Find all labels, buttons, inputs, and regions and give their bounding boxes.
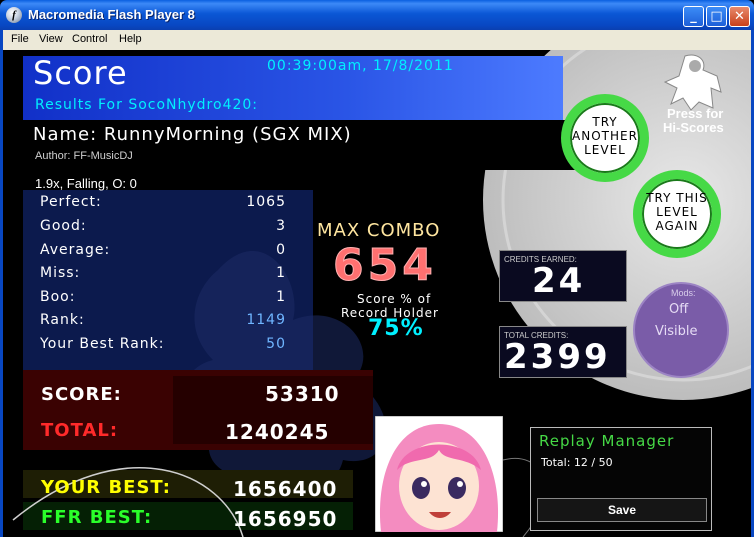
total-value: 1240245 xyxy=(225,420,330,444)
judgement-label: Rank: xyxy=(40,312,85,328)
judgement-value: 1065 xyxy=(246,194,286,210)
menu-control[interactable]: Control xyxy=(72,33,107,45)
judgement-label: Perfect: xyxy=(40,194,102,210)
your-best-value: 1656400 xyxy=(233,477,338,501)
character-portrait xyxy=(375,416,503,532)
play-settings: 1.9x, Falling, O: 0 xyxy=(35,176,137,191)
try-another-line-2: ANOTHER xyxy=(572,129,638,143)
close-button[interactable]: ✕ xyxy=(729,6,750,27)
replay-total: Total: 12 / 50 xyxy=(541,456,613,469)
song-author: Author: FF-MusicDJ xyxy=(35,150,133,162)
menu-help[interactable]: Help xyxy=(119,33,142,45)
judgement-value: 1149 xyxy=(246,312,286,328)
timestamp: 00:39:00am, 17/8/2011 xyxy=(267,58,454,74)
try-another-line-3: LEVEL xyxy=(584,143,626,157)
judgement-value: 1 xyxy=(276,289,286,305)
hiscores-label-2[interactable]: Hi-Scores xyxy=(663,120,724,135)
judgement-label: Your Best Rank: xyxy=(40,336,165,352)
try-another-line-1: TRY xyxy=(592,115,618,129)
judgement-label: Average: xyxy=(40,242,111,258)
total-credits-box: TOTAL CREDITS: 2399 xyxy=(499,326,627,378)
results-for: Results For SocoNhydro420: xyxy=(35,97,259,113)
max-combo-value: 654 xyxy=(333,240,437,292)
judgement-value: 50 xyxy=(266,336,286,352)
page-title: Score xyxy=(33,54,128,92)
credits-earned-box: CREDITS EARNED: 24 xyxy=(499,250,627,302)
mods-label: Mods: xyxy=(671,288,696,298)
hiscores-mascot-icon[interactable] xyxy=(663,52,733,114)
mod-off: Off xyxy=(669,302,689,317)
game-area: Score 00:39:00am, 17/8/2011 Results For … xyxy=(3,50,751,537)
mods-circle: Mods: Off Visible xyxy=(633,282,729,378)
maximize-button[interactable]: □ xyxy=(706,6,727,27)
judgement-value: 3 xyxy=(276,218,286,234)
your-best-label: YOUR BEST: xyxy=(41,477,171,498)
menu-file[interactable]: File xyxy=(11,33,29,45)
window-title: Macromedia Flash Player 8 xyxy=(28,7,195,22)
judgement-label: Good: xyxy=(40,218,87,234)
score-label: SCORE: xyxy=(41,384,122,405)
max-combo-label: MAX COMBO xyxy=(317,220,441,241)
ffr-best-value: 1656950 xyxy=(233,507,338,531)
total-credits-value: 2399 xyxy=(504,337,611,377)
total-label: TOTAL: xyxy=(41,420,119,441)
credits-earned-value: 24 xyxy=(532,261,586,301)
save-replay-button[interactable]: Save xyxy=(537,498,707,522)
hiscores-label-1[interactable]: Press for xyxy=(667,106,723,121)
ffr-best-label: FFR BEST: xyxy=(41,507,153,528)
try-again-line-1: TRY THIS xyxy=(646,191,708,205)
title-bar[interactable]: f Macromedia Flash Player 8 _ □ ✕ xyxy=(0,0,754,30)
judgement-value: 0 xyxy=(276,242,286,258)
minimize-button[interactable]: _ xyxy=(683,6,704,27)
menu-view[interactable]: View xyxy=(39,33,63,45)
judgement-value: 1 xyxy=(276,265,286,281)
flash-player-icon: f xyxy=(6,7,22,23)
try-again-line-3: AGAIN xyxy=(655,219,699,233)
record-percent: 75% xyxy=(368,316,424,341)
record-label-1: Score % of xyxy=(357,292,432,306)
replay-manager-panel: Replay Manager Total: 12 / 50 Save xyxy=(530,427,712,531)
try-this-level-again-button[interactable]: TRY THIS LEVEL AGAIN xyxy=(633,170,721,258)
song-name: Name: RunnyMorning (SGX MIX) xyxy=(33,124,352,145)
score-value: 53310 xyxy=(265,382,340,406)
mod-visible: Visible xyxy=(655,324,698,339)
judgement-label: Boo: xyxy=(40,289,76,305)
judgement-label: Miss: xyxy=(40,265,81,281)
try-again-line-2: LEVEL xyxy=(656,205,698,219)
try-another-level-button[interactable]: TRY ANOTHER LEVEL xyxy=(561,94,649,182)
menu-bar: File View Control Help xyxy=(3,30,751,50)
replay-manager-title: Replay Manager xyxy=(539,432,675,450)
